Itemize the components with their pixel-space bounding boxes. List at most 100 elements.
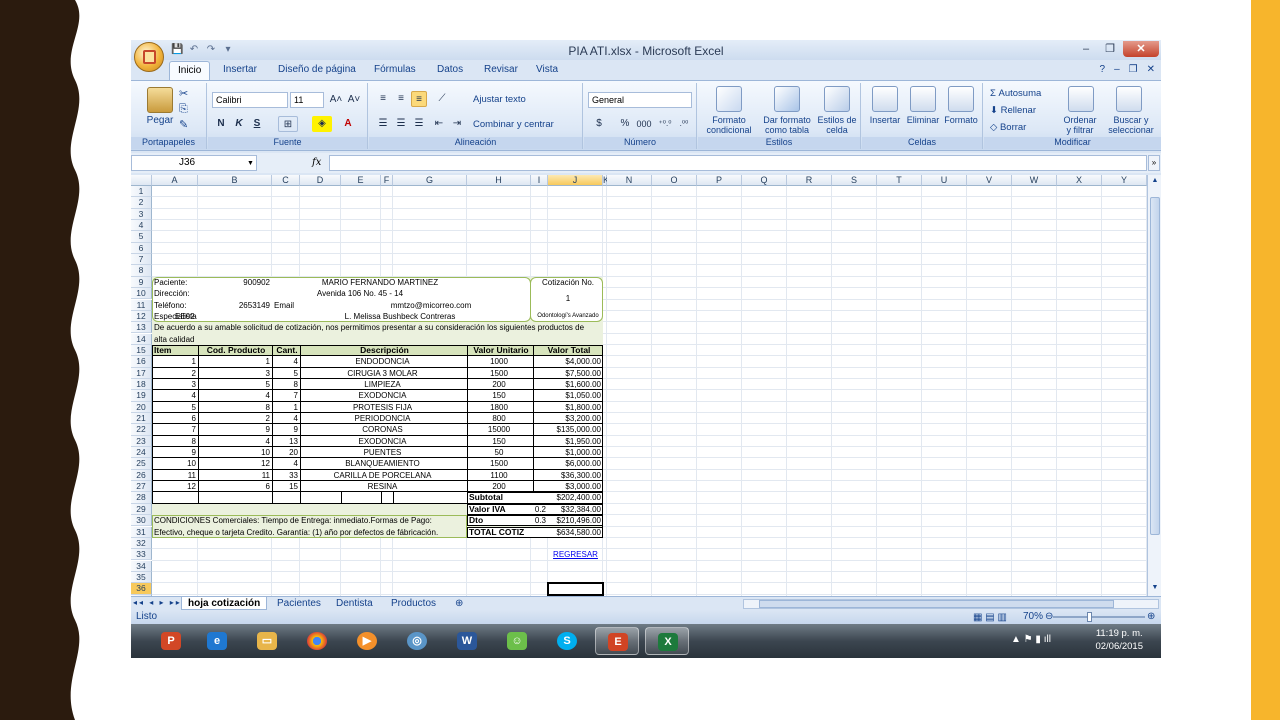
row-header[interactable]: 23 [131,435,152,447]
taskbar-app-circle[interactable]: ◎ [395,627,439,655]
row-header[interactable]: 30 [131,515,152,527]
column-header[interactable]: V [967,175,1012,186]
row-header[interactable]: 33 [131,549,152,561]
insert-cells-button[interactable]: Insertar [864,115,906,125]
underline-button[interactable]: S [250,116,264,132]
zoom-slider-thumb[interactable] [1087,612,1092,622]
thousands-button[interactable]: 000 [634,116,654,132]
autosum-button[interactable]: Σ Autosuma [990,89,1070,99]
row-header[interactable]: 5 [131,231,152,243]
align-left-icon[interactable]: ☰ [375,116,391,132]
row-header[interactable]: 9 [131,276,152,289]
office-button[interactable] [134,42,164,72]
row-header[interactable]: 12 [131,310,152,323]
row-header[interactable]: 2 [131,197,152,209]
formula-input[interactable] [329,155,1147,171]
font-color-icon[interactable]: A [338,116,358,132]
selected-cell-j36[interactable] [547,582,604,596]
row-header[interactable]: 36 [131,583,152,595]
row-header[interactable]: 20 [131,401,152,413]
tab-formulas[interactable]: Fórmulas [374,64,416,75]
scroll-up-icon[interactable]: ▲ [1150,177,1160,187]
tab-insertar[interactable]: Insertar [223,64,257,75]
column-header[interactable]: G [393,175,467,186]
column-header[interactable]: A [152,175,198,186]
row-header[interactable]: 27 [131,481,152,493]
zoom-slider[interactable] [1053,612,1145,622]
merge-center-button[interactable]: Combinar y centrar [473,120,581,130]
doc-restore-button[interactable]: ❐ [1129,64,1138,75]
row-header[interactable]: 11 [131,299,152,311]
tab-vista[interactable]: Vista [536,64,558,75]
column-header[interactable]: D [300,175,341,186]
scroll-down-icon[interactable]: ▼ [1150,584,1160,594]
tab-datos[interactable]: Datos [437,64,463,75]
taskbar-outlook[interactable]: E [595,627,639,655]
font-name-select[interactable]: Calibri [212,92,288,108]
sheet-tab-hoja-cotizacion[interactable]: hoja cotización [181,597,268,610]
name-box[interactable]: J36 [131,155,257,171]
sheet-tab-pacientes[interactable]: Pacientes [271,597,327,610]
row-header[interactable]: 16 [131,356,152,368]
orientation-icon[interactable]: ⟋ [431,91,453,107]
column-header[interactable]: S [832,175,877,186]
taskbar-media-player[interactable]: ▶ [345,627,389,655]
decrease-indent-icon[interactable]: ⇤ [431,116,447,132]
row-header[interactable]: 24 [131,447,152,459]
column-header[interactable]: J [548,175,603,186]
column-header[interactable]: W [1012,175,1057,186]
row-header[interactable]: 8 [131,265,152,277]
minimize-button[interactable]: – [1075,41,1097,57]
select-all-corner[interactable] [131,175,152,186]
column-header[interactable]: R [787,175,832,186]
system-tray[interactable]: ▲ ⚑ ▮ ıll [1011,634,1051,645]
format-painter-icon[interactable]: ✎ [179,120,188,131]
increase-indent-icon[interactable]: ⇥ [449,116,465,132]
fill-color-icon[interactable]: ◈ [312,116,332,132]
column-header[interactable]: I [531,175,548,186]
column-header[interactable]: O [652,175,697,186]
column-header[interactable]: E [341,175,381,186]
zoom-in-icon[interactable]: ⊕ [1147,610,1155,624]
help-icon[interactable]: ? [1100,64,1106,75]
row-header[interactable]: 4 [131,220,152,232]
horizontal-scrollbar[interactable] [743,599,1159,609]
sheet-nav-arrows[interactable]: ◂◂ ◂ ▸ ▸▸ [133,598,182,607]
shrink-font-button[interactable]: A˅ [346,92,362,108]
vertical-scrollbar[interactable]: ▲ ▼ [1147,175,1161,596]
worksheet-grid[interactable]: A B C D E F G H I J K N O P Q R S T U V W X Y 1 2 3 4 5 6 7 8 9 10 11 12 13… [131,175,1147,596]
row-header[interactable]: 19 [131,390,152,402]
column-header[interactable]: T [877,175,922,186]
wrap-text-button[interactable]: Ajustar texto [473,95,553,105]
column-header[interactable]: P [697,175,742,186]
align-middle-icon[interactable]: ≡ [393,91,409,107]
row-header[interactable]: 22 [131,424,152,436]
taskbar-skype[interactable]: S [545,627,589,655]
horizontal-scroll-thumb[interactable] [759,600,1114,608]
row-header[interactable]: 28 [131,492,152,504]
view-buttons[interactable]: ▦ ▤ ▥ [973,611,1007,625]
sort-filter-button[interactable]: Ordenar y filtrar [1056,115,1104,135]
percent-button[interactable]: % [618,116,632,132]
find-select-button[interactable]: Buscar y seleccionar [1102,115,1160,135]
align-right-icon[interactable]: ☰ [411,116,427,132]
row-header[interactable]: 29 [131,503,152,516]
row-header[interactable]: 26 [131,469,152,482]
tab-diseno-pagina[interactable]: Diseño de página [278,64,356,75]
tab-revisar[interactable]: Revisar [484,64,518,75]
row-header[interactable]: 34 [131,560,152,572]
row-header[interactable]: 31 [131,526,152,538]
taskbar-messenger[interactable]: ☺ [495,627,539,655]
column-header[interactable]: X [1057,175,1102,186]
sheet-tab-productos[interactable]: Productos [385,597,442,610]
italic-button[interactable]: K [232,116,246,132]
cell-styles-button[interactable]: Estilos de celda [814,115,860,135]
row-header[interactable]: 17 [131,367,152,379]
paste-button[interactable]: Pegar [139,116,181,126]
sheet-tab-dentista[interactable]: Dentista [330,597,379,610]
row-header[interactable]: 3 [131,208,152,220]
row-header[interactable]: 32 [131,537,152,550]
restore-button[interactable]: ❐ [1099,41,1121,57]
conditional-format-button[interactable]: Formato condicional [698,115,760,135]
column-header[interactable]: C [272,175,300,186]
